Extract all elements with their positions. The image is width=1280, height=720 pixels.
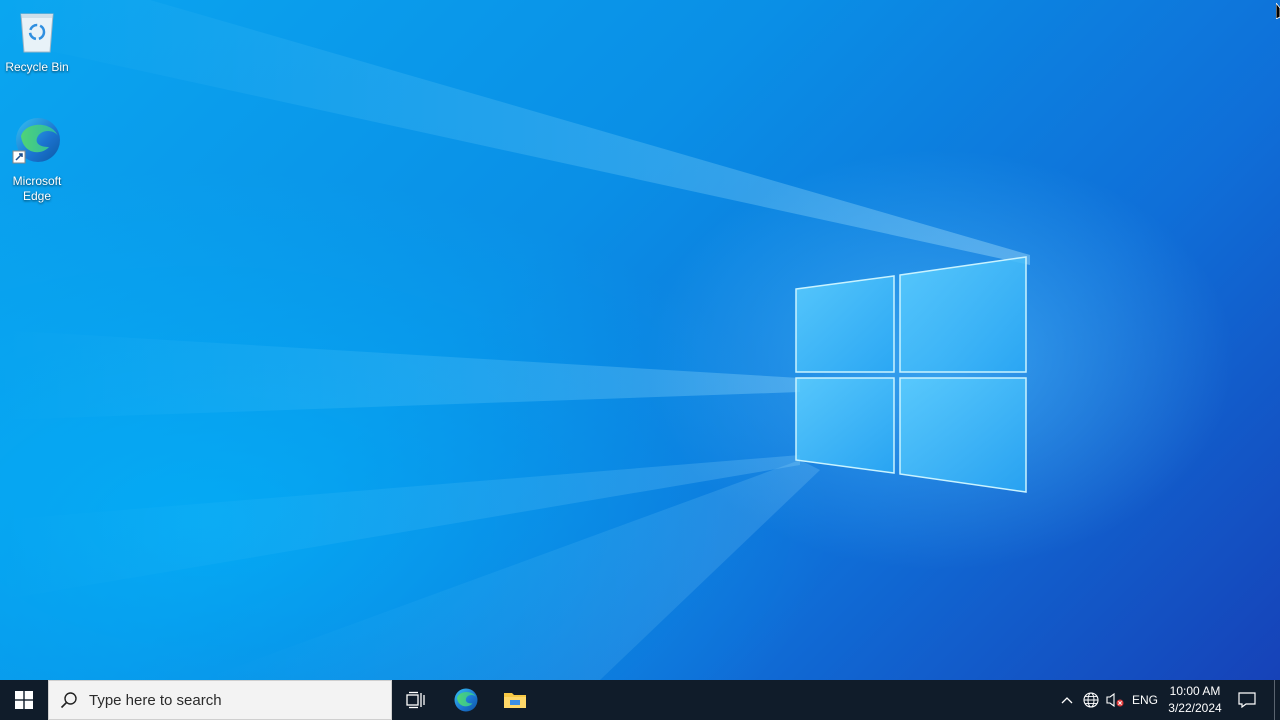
desktop-icon-label: Recycle Bin	[5, 60, 69, 74]
tray-overflow-button[interactable]	[1058, 680, 1076, 720]
clock-date: 3/22/2024	[1168, 701, 1222, 715]
clock-time: 10:00 AM	[1169, 684, 1221, 698]
file-explorer-icon	[504, 693, 526, 708]
desktop-icon-label: Microsoft Edge	[12, 174, 62, 203]
tray-volume-button[interactable]	[1104, 680, 1126, 720]
task-view-button[interactable]	[392, 680, 440, 720]
globe-network-icon	[1083, 692, 1099, 708]
desktop: Recycle Bin Microsoft Edge	[0, 0, 1280, 680]
taskbar: Type here to search ENG 10:00 AM 3/22/20…	[0, 680, 1280, 720]
taskbar-edge-button[interactable]	[442, 680, 490, 720]
volume-muted-icon	[1106, 692, 1124, 708]
taskbar-file-explorer-button[interactable]	[491, 680, 539, 720]
tray-language-button[interactable]: ENG	[1128, 680, 1162, 720]
start-button[interactable]	[0, 680, 48, 720]
search-placeholder: Type here to search	[89, 691, 222, 709]
action-center-icon	[1238, 692, 1256, 708]
mouse-cursor-icon	[1276, 3, 1280, 19]
taskbar-clock[interactable]: 10:00 AM 3/22/2024	[1162, 680, 1228, 720]
show-desktop-button[interactable]	[1274, 680, 1280, 720]
taskbar-search-box[interactable]: Type here to search	[48, 680, 392, 720]
tray-network-button[interactable]	[1080, 680, 1102, 720]
edge-icon	[454, 688, 478, 712]
desktop-icon-microsoft-edge[interactable]: Microsoft Edge	[0, 116, 74, 204]
desktop-icon-recycle-bin[interactable]: Recycle Bin	[0, 8, 74, 75]
edge-icon	[12, 118, 60, 164]
recycle-bin-icon	[20, 13, 54, 53]
chevron-up-icon	[1061, 697, 1073, 704]
wallpaper-light-beams	[0, 0, 1030, 680]
task-view-icon	[406, 691, 425, 709]
search-icon	[49, 680, 89, 720]
windows-start-icon	[15, 691, 33, 709]
wallpaper-windows-logo	[795, 256, 1027, 493]
action-center-button[interactable]	[1230, 680, 1264, 720]
